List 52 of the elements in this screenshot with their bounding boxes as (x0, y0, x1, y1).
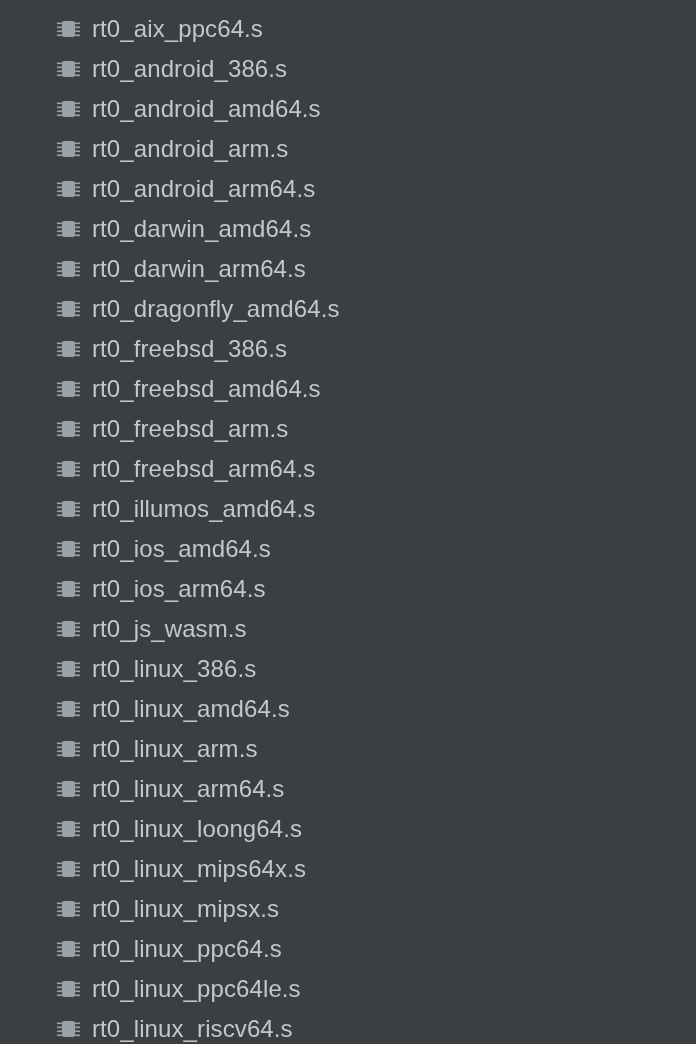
file-name[interactable]: rt0_freebsd_arm64.s (92, 455, 316, 483)
file-name[interactable]: rt0_linux_amd64.s (92, 695, 290, 723)
file-name[interactable]: rt0_linux_loong64.s (92, 815, 303, 843)
chip-icon (57, 700, 80, 718)
file-name[interactable]: rt0_android_arm64.s (92, 175, 316, 203)
chip-icon (57, 500, 80, 518)
chip-icon (57, 340, 80, 358)
file-name[interactable]: rt0_freebsd_386.s (92, 335, 288, 363)
chip-icon (57, 740, 80, 758)
chip-icon (57, 100, 80, 118)
file-name[interactable]: rt0_linux_386.s (92, 655, 257, 683)
chip-icon (57, 900, 80, 918)
chip-icon (57, 60, 80, 78)
file-name[interactable]: rt0_ios_amd64.s (92, 535, 271, 563)
file-name[interactable]: rt0_linux_ppc64le.s (92, 975, 301, 1003)
file-name[interactable]: rt0_darwin_amd64.s (92, 215, 312, 243)
file-name[interactable]: rt0_aix_ppc64.s (92, 15, 263, 43)
chip-icon (57, 820, 80, 838)
chip-icon (57, 260, 80, 278)
file-name[interactable]: rt0_linux_arm.s (92, 735, 258, 763)
file-name[interactable]: rt0_linux_mips64x.s (92, 855, 306, 883)
chip-icon (57, 420, 80, 438)
file-name[interactable]: rt0_linux_ppc64.s (92, 935, 282, 963)
chip-icon (57, 220, 80, 238)
file-name[interactable]: rt0_android_amd64.s (92, 95, 321, 123)
file-name[interactable]: rt0_ios_arm64.s (92, 575, 266, 603)
chip-icon (57, 1020, 80, 1038)
chip-icon (57, 940, 80, 958)
file-name[interactable]: rt0_freebsd_arm.s (92, 415, 289, 443)
file-name[interactable]: rt0_darwin_arm64.s (92, 255, 306, 283)
chip-icon (57, 780, 80, 798)
chip-icon (57, 20, 80, 38)
file-name[interactable]: rt0_linux_arm64.s (92, 775, 285, 803)
chip-icon (57, 620, 80, 638)
chip-icon (57, 180, 80, 198)
file-name[interactable]: rt0_js_wasm.s (92, 615, 247, 643)
chip-icon (57, 300, 80, 318)
file-name[interactable]: rt0_android_arm.s (92, 135, 289, 163)
file-name[interactable]: rt0_illumos_amd64.s (92, 495, 316, 523)
file-name[interactable]: rt0_linux_riscv64.s (92, 1015, 293, 1043)
chip-icon (57, 860, 80, 878)
chip-icon (57, 540, 80, 558)
file-name[interactable]: rt0_freebsd_amd64.s (92, 375, 321, 403)
file-name[interactable]: rt0_dragonfly_amd64.s (92, 295, 340, 323)
chip-icon (57, 660, 80, 678)
chip-icon (57, 980, 80, 998)
file-name[interactable]: rt0_android_386.s (92, 55, 288, 83)
file-name[interactable]: rt0_linux_mipsx.s (92, 895, 280, 923)
chip-icon (57, 460, 80, 478)
chip-icon (57, 140, 80, 158)
chip-icon (57, 380, 80, 398)
chip-icon (57, 580, 80, 598)
